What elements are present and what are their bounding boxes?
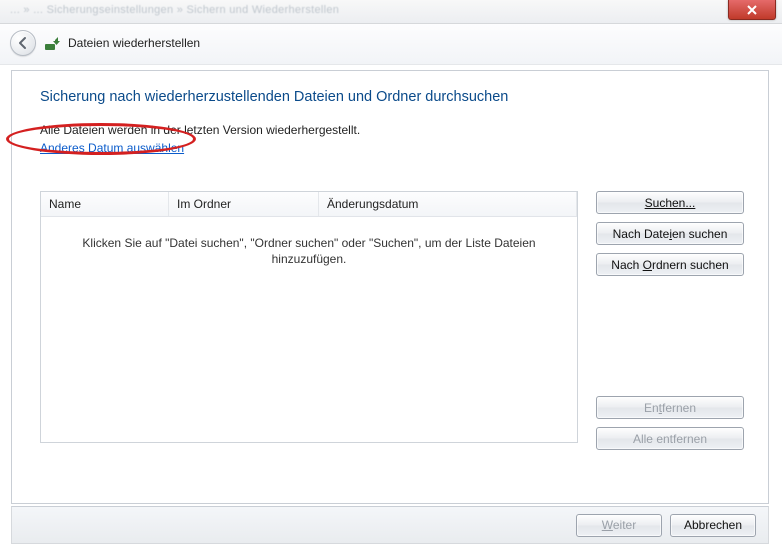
back-button[interactable]	[10, 30, 36, 56]
restore-icon	[44, 35, 60, 51]
file-list: Name Im Ordner Änderungsdatum Klicken Si…	[40, 191, 578, 443]
wizard-title: Dateien wiederherstellen	[68, 36, 200, 50]
search-folders-button[interactable]: Nach Ordnern suchen	[596, 253, 744, 276]
window-chrome-top: ... » ... Sicherungseinstellungen » Sich…	[0, 0, 782, 24]
cancel-button[interactable]: Abbrechen	[670, 514, 756, 537]
search-button[interactable]: Suchen...	[596, 191, 744, 214]
close-icon	[747, 5, 757, 15]
footer-bar: Weiter Abbrechen	[11, 506, 769, 544]
button-column: Suchen... Nach Dateien suchen Nach Ordne…	[596, 191, 744, 450]
list-header: Name Im Ordner Änderungsdatum	[41, 192, 577, 217]
list-empty-text: Klicken Sie auf "Datei suchen", "Ordner …	[41, 217, 577, 442]
choose-date-link[interactable]: Anderes Datum auswählen	[40, 141, 184, 155]
column-folder[interactable]: Im Ordner	[169, 192, 319, 216]
page-heading: Sicherung nach wiederherzustellenden Dat…	[40, 89, 744, 105]
info-line: Alle Dateien werden in der letzten Versi…	[40, 123, 744, 137]
search-files-button[interactable]: Nach Dateien suchen	[596, 222, 744, 245]
breadcrumb-blur: ... » ... Sicherungseinstellungen » Sich…	[10, 4, 339, 16]
remove-all-button[interactable]: Alle entfernen	[596, 427, 744, 450]
column-name[interactable]: Name	[41, 192, 169, 216]
next-button[interactable]: Weiter	[576, 514, 662, 537]
arrow-left-icon	[16, 36, 30, 50]
remove-button[interactable]: Entfernen	[596, 396, 744, 419]
content-panel: Sicherung nach wiederherzustellenden Dat…	[11, 70, 769, 504]
window-close-button[interactable]	[728, 0, 776, 20]
wizard-title-row: Dateien wiederherstellen	[0, 24, 782, 65]
search-button-label: Suchen...	[645, 196, 696, 210]
column-date[interactable]: Änderungsdatum	[319, 192, 577, 216]
